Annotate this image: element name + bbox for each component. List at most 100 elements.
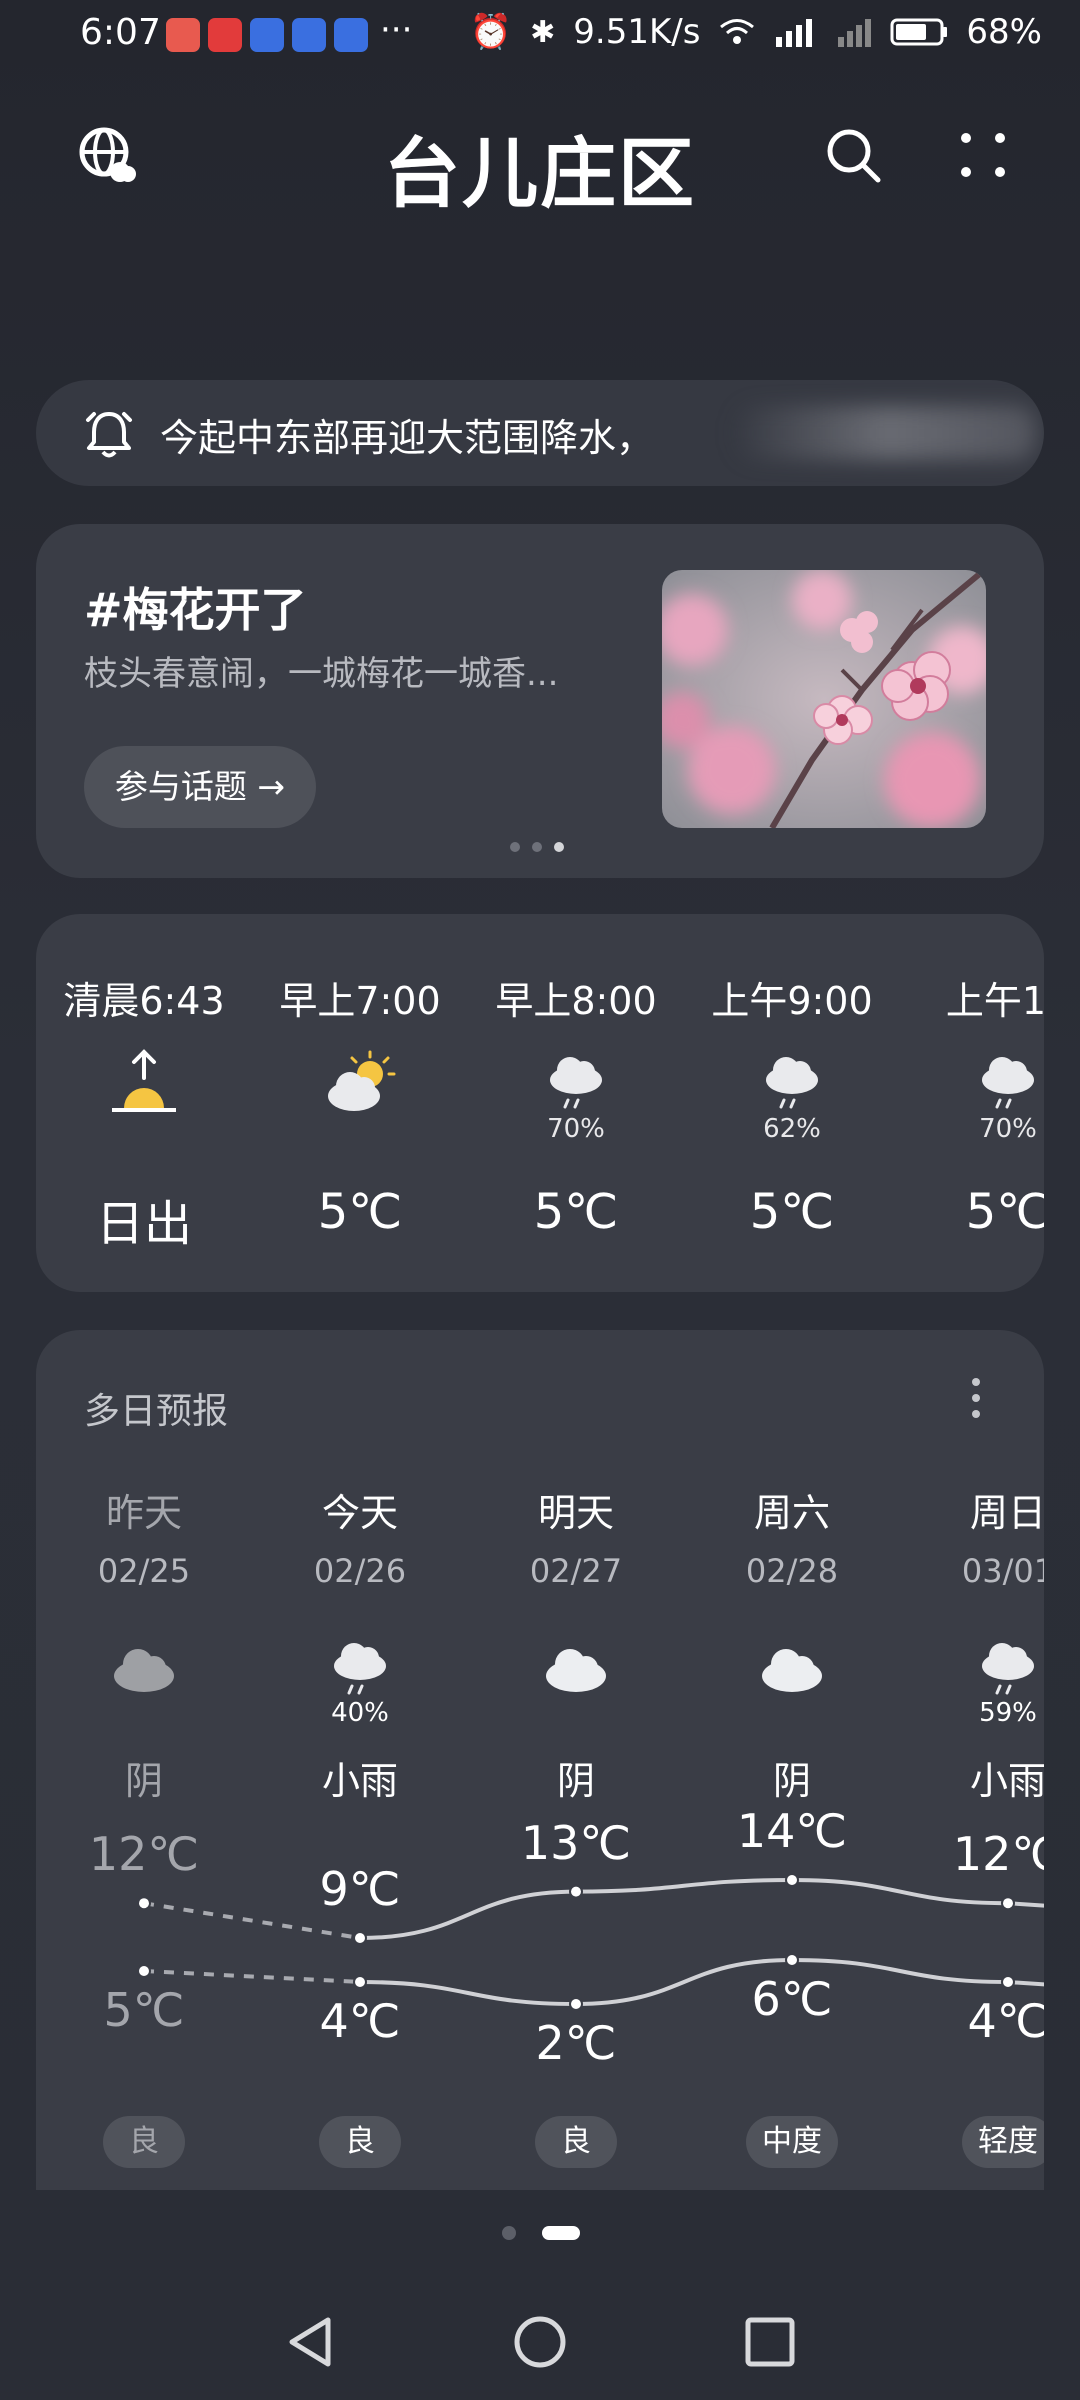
topic-subtitle: 枝头春意闹，一城梅花一城香...	[84, 654, 559, 694]
status-time: 6:07	[80, 12, 161, 53]
more-notifications-icon: ···	[380, 10, 413, 50]
day-condition: 阴	[772, 1759, 811, 1803]
signal-icon	[838, 19, 872, 47]
day-date: 02/26	[313, 1552, 407, 1590]
cloud-icon	[762, 1649, 822, 1692]
carousel-dot-active	[554, 842, 564, 852]
high-temp-label: 13℃	[520, 1815, 632, 1870]
high-temp-label: 14℃	[736, 1804, 848, 1858]
more-grid-icon[interactable]	[958, 130, 1008, 180]
topic-title: #梅花开了	[84, 583, 307, 637]
hour-value: 5℃	[965, 1184, 1044, 1240]
battery-level: 68%	[966, 12, 1042, 52]
precip-chance: 59%	[979, 1698, 1037, 1728]
page-indicator-dot	[502, 2226, 516, 2240]
partly-cloudy-icon	[328, 1050, 396, 1111]
hour-label: 上午9:00	[711, 979, 873, 1023]
hour-label: 早上7:00	[279, 979, 441, 1023]
low-temp-label: 2℃	[535, 2016, 617, 2070]
precip-chance: 70%	[979, 1114, 1037, 1144]
alert-text-blurred	[736, 406, 1036, 460]
day-name: 昨天	[105, 1491, 182, 1535]
carousel-dot	[532, 842, 542, 852]
air-quality-badge: 轻度	[962, 2116, 1044, 2168]
day-column[interactable]: 今天 02/26 40% 小雨 良	[252, 1330, 468, 2190]
recents-icon[interactable]	[744, 2316, 796, 2368]
hourly-item: 上午10 70% 5℃	[900, 914, 1044, 1292]
city-title[interactable]: 台儿庄区	[0, 112, 1080, 222]
alarm-icon: ⏰	[469, 12, 513, 52]
hourly-item: 早上7:00 5℃	[252, 914, 468, 1292]
day-condition: 小雨	[321, 1759, 398, 1803]
day-date: 03/01	[961, 1552, 1044, 1590]
battery-icon	[890, 18, 948, 46]
hourly-item: 早上8:00 70% 5℃	[468, 914, 684, 1292]
air-quality-badge: 良	[319, 2116, 401, 2168]
book-app-icon	[208, 18, 242, 52]
bluetooth-icon: ✱	[530, 14, 556, 50]
low-temp-label: 6℃	[751, 1972, 833, 2026]
air-quality-badge: 良	[103, 2116, 185, 2168]
low-temp-label: 4℃	[967, 1994, 1044, 2048]
huawei-app-icon	[166, 18, 200, 52]
rain-icon	[766, 1057, 818, 1109]
bell-icon	[86, 412, 132, 458]
low-temp-label: 4℃	[319, 1994, 401, 2048]
day-column[interactable]: 昨天 02/25 阴 良	[36, 1330, 252, 2190]
day-name: 周六	[753, 1491, 830, 1535]
rain-icon	[550, 1057, 602, 1109]
day-condition: 阴	[556, 1759, 595, 1803]
day-column[interactable]: 周六 02/28 阴 中度	[684, 1330, 900, 2190]
cloud-icon	[114, 1649, 174, 1692]
navigation-bar	[0, 2290, 1080, 2400]
carousel-dot	[510, 842, 520, 852]
low-temp-label: 5℃	[103, 1983, 185, 2037]
alert-text: 今起中东部再迎大范围降水，	[160, 416, 655, 460]
hourly-item: 清晨6:43 日出	[36, 914, 252, 1292]
paw-app-icon	[292, 18, 326, 52]
hour-value: 日出	[95, 1196, 192, 1252]
hour-label: 清晨6:43	[63, 979, 225, 1023]
day-date: 02/25	[97, 1552, 191, 1590]
day-name: 明天	[537, 1491, 614, 1535]
hour-value: 5℃	[749, 1184, 835, 1240]
hour-label: 上午10	[945, 979, 1044, 1023]
paw-app-icon	[250, 18, 284, 52]
air-quality-badge: 中度	[746, 2116, 838, 2168]
hourly-item: 上午9:00 62% 5℃	[684, 914, 900, 1292]
daily-forecast-card[interactable]: 多日预报 昨天 02/25 阴 良 今天 02/26 40% 小雨 良 明天 0…	[36, 1330, 1044, 2190]
cloud-icon	[546, 1649, 606, 1692]
precip-chance: 62%	[763, 1114, 821, 1144]
precip-chance: 40%	[331, 1698, 389, 1728]
net-speed: 9.51K/s	[573, 12, 701, 52]
wifi-icon	[720, 19, 755, 44]
day-date: 02/28	[745, 1552, 839, 1590]
rain-icon	[982, 1057, 1034, 1109]
join-topic-button[interactable]: 参与话题 →	[84, 746, 316, 828]
high-temp-label: 9℃	[319, 1862, 401, 1916]
home-icon[interactable]	[512, 2314, 568, 2370]
weather-alert-banner[interactable]: 今起中东部再迎大范围降水，	[36, 380, 1044, 486]
sunrise-icon	[112, 1049, 176, 1112]
day-name: 周日	[969, 1491, 1044, 1535]
day-condition: 小雨	[969, 1759, 1044, 1803]
plum-blossom-image	[662, 570, 986, 828]
topic-card[interactable]: #梅花开了 枝头春意闹，一城梅花一城香... 参与话题 →	[36, 524, 1044, 878]
precip-chance: 70%	[547, 1114, 605, 1144]
back-icon[interactable]	[284, 2314, 336, 2370]
day-condition: 阴	[124, 1759, 163, 1803]
high-temp-label: 12℃	[88, 1827, 200, 1882]
hourly-forecast-card[interactable]: 清晨6:43 日出 早上7:00 5℃ 早上8:00 70% 5℃ 上午9:00…	[36, 914, 1044, 1292]
day-name: 今天	[321, 1491, 398, 1535]
hour-value: 5℃	[533, 1184, 619, 1240]
hour-value: 5℃	[317, 1184, 403, 1240]
hour-label: 早上8:00	[495, 979, 657, 1023]
air-quality-badge: 良	[535, 2116, 617, 2168]
day-date: 02/27	[529, 1552, 623, 1590]
search-icon[interactable]	[824, 126, 884, 186]
paw-app-icon	[334, 18, 368, 52]
page-indicator-active	[542, 2226, 580, 2240]
day-column[interactable]: 周日 03/01 59% 小雨 轻度	[900, 1330, 1044, 2190]
high-temp-label: 12℃	[952, 1827, 1044, 1882]
signal-icon	[776, 19, 813, 47]
